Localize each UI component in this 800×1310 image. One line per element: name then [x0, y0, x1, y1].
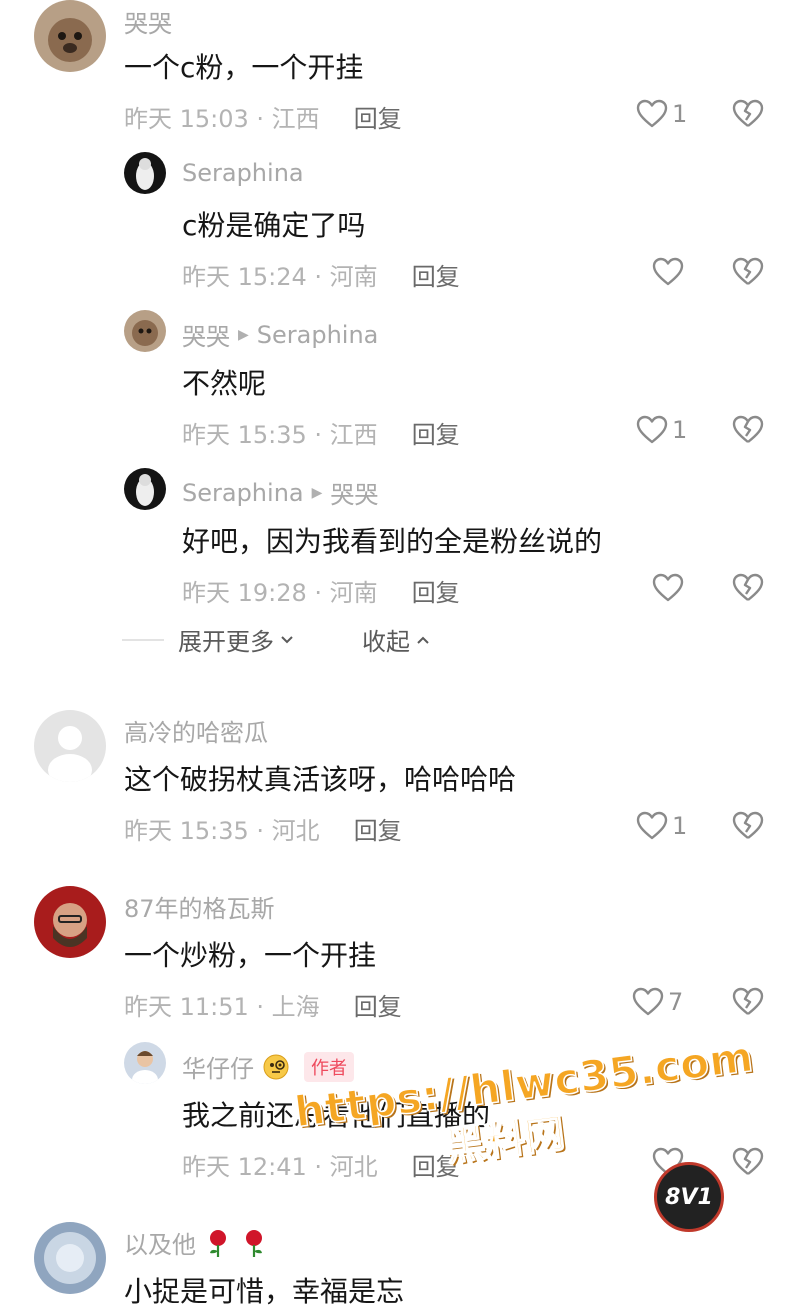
avatar[interactable] [124, 1042, 166, 1084]
comment-meta: 昨天 11:51 · 上海 回复 [124, 987, 402, 1022]
dislike-button[interactable] [732, 256, 764, 288]
comment-time: 昨天 19:28 · 河南 [182, 579, 378, 607]
comment-time: 昨天 15:24 · 河南 [182, 263, 378, 291]
avatar[interactable] [124, 310, 166, 352]
broken-heart-icon [732, 987, 764, 1015]
comment-author[interactable]: 高冷的哈密瓜 [124, 713, 268, 748]
comment-meta: 昨天 19:28 · 河南 回复 [182, 573, 460, 608]
reply-to-name[interactable]: 哭哭 [330, 475, 378, 510]
avatar[interactable] [34, 886, 106, 958]
collapse-label: 收起 [362, 628, 410, 656]
comment-meta: 昨天 15:35 · 江西 回复 [182, 415, 460, 450]
heart-icon [636, 415, 668, 444]
comment-time: 昨天 15:03 · 江西 [124, 105, 320, 133]
comment-time: 昨天 12:41 · 河北 [182, 1153, 378, 1181]
broken-heart-icon [732, 99, 764, 127]
broken-heart-icon [732, 415, 764, 443]
reply-button[interactable]: 回复 [412, 1147, 460, 1182]
like-button[interactable]: 7 [632, 986, 683, 1018]
comment-text: 一个c粉，一个开挂 [124, 51, 364, 84]
heart-icon [636, 811, 668, 840]
chevron-up-icon [417, 636, 429, 644]
comment-author[interactable]: 哭哭 [124, 4, 172, 39]
like-button[interactable]: 1 [636, 810, 687, 842]
reply-button[interactable]: 回复 [412, 415, 460, 450]
divider [122, 638, 164, 641]
reply-to-name[interactable]: Seraphina [257, 321, 379, 349]
expand-more-button[interactable]: 展开更多 [178, 622, 296, 657]
chevron-down-icon [281, 635, 293, 643]
like-button[interactable] [652, 572, 688, 604]
like-button[interactable] [652, 256, 688, 288]
comment-meta: 昨天 12:41 · 河北 回复 [182, 1147, 460, 1182]
like-count: 1 [672, 416, 688, 444]
watermark-logo: 8V1 [654, 1162, 724, 1232]
avatar[interactable] [34, 710, 106, 782]
reply-button[interactable]: 回复 [354, 99, 402, 134]
like-button[interactable]: 1 [636, 98, 687, 130]
dislike-button[interactable] [732, 414, 764, 446]
comment-author[interactable]: 87年的格瓦斯 [124, 889, 275, 924]
comment-text: 这个破拐杖真活该呀，哈哈哈哈 [124, 763, 517, 796]
reply-button[interactable]: 回复 [412, 573, 460, 608]
comment-time: 昨天 15:35 · 河北 [124, 817, 320, 845]
avatar[interactable] [124, 468, 166, 510]
comment-meta: 昨天 15:03 · 江西 回复 [124, 99, 402, 134]
like-button[interactable]: 1 [636, 414, 687, 446]
comment-author[interactable]: 哭哭 ▶ Seraphina [182, 317, 378, 352]
dislike-button[interactable] [732, 810, 764, 842]
comment-author[interactable]: Seraphina [182, 159, 304, 187]
avatar[interactable] [34, 0, 106, 72]
heart-icon [652, 257, 684, 286]
comment-text: 小捉是可惜，幸福是忘 [124, 1275, 405, 1308]
like-count: 1 [672, 100, 688, 128]
broken-heart-icon [732, 1147, 764, 1175]
heart-icon [632, 987, 664, 1016]
reply-button[interactable]: 回复 [354, 811, 402, 846]
dislike-button[interactable] [732, 986, 764, 1018]
comment-author[interactable]: 以及他 [124, 1225, 268, 1260]
comment-meta: 昨天 15:35 · 河北 回复 [124, 811, 402, 846]
comment-time: 昨天 11:51 · 上海 [124, 993, 320, 1021]
reply-button[interactable]: 回复 [412, 257, 460, 292]
broken-heart-icon [732, 573, 764, 601]
comment-text: 不然呢 [182, 367, 267, 400]
comment-meta: 昨天 15:24 · 河南 回复 [182, 257, 460, 292]
comment-text: 好吧，因为我看到的全是粉丝说的 [182, 525, 603, 558]
heart-icon [652, 573, 684, 602]
comment-text: 我之前还总看他们直播的 [182, 1099, 491, 1132]
comment-author[interactable]: 华仔仔 作者 [182, 1049, 354, 1084]
heart-icon [636, 99, 668, 128]
comment-text: 一个炒粉，一个开挂 [124, 939, 377, 972]
rose-icon [204, 1228, 232, 1258]
dislike-button[interactable] [732, 1146, 764, 1178]
monocle-face-icon [262, 1053, 290, 1081]
comment-author[interactable]: Seraphina ▶ 哭哭 [182, 475, 378, 510]
dislike-button[interactable] [732, 98, 764, 130]
broken-heart-icon [732, 811, 764, 839]
reply-arrow-icon: ▶ [238, 326, 249, 343]
comment-time: 昨天 15:35 · 江西 [182, 421, 378, 449]
like-count: 7 [668, 988, 684, 1016]
collapse-button[interactable]: 收起 [362, 622, 432, 657]
dislike-button[interactable] [732, 572, 764, 604]
thread-controls: 展开更多 收起 [122, 622, 432, 657]
rose-icon [240, 1228, 268, 1258]
comment-text: c粉是确定了吗 [182, 209, 366, 242]
avatar[interactable] [124, 152, 166, 194]
author-badge: 作者 [304, 1051, 354, 1082]
broken-heart-icon [732, 257, 764, 285]
reply-arrow-icon: ▶ [311, 484, 323, 501]
avatar[interactable] [34, 1222, 106, 1294]
like-count: 1 [672, 812, 688, 840]
expand-more-label: 展开更多 [178, 628, 274, 656]
reply-button[interactable]: 回复 [354, 987, 402, 1022]
